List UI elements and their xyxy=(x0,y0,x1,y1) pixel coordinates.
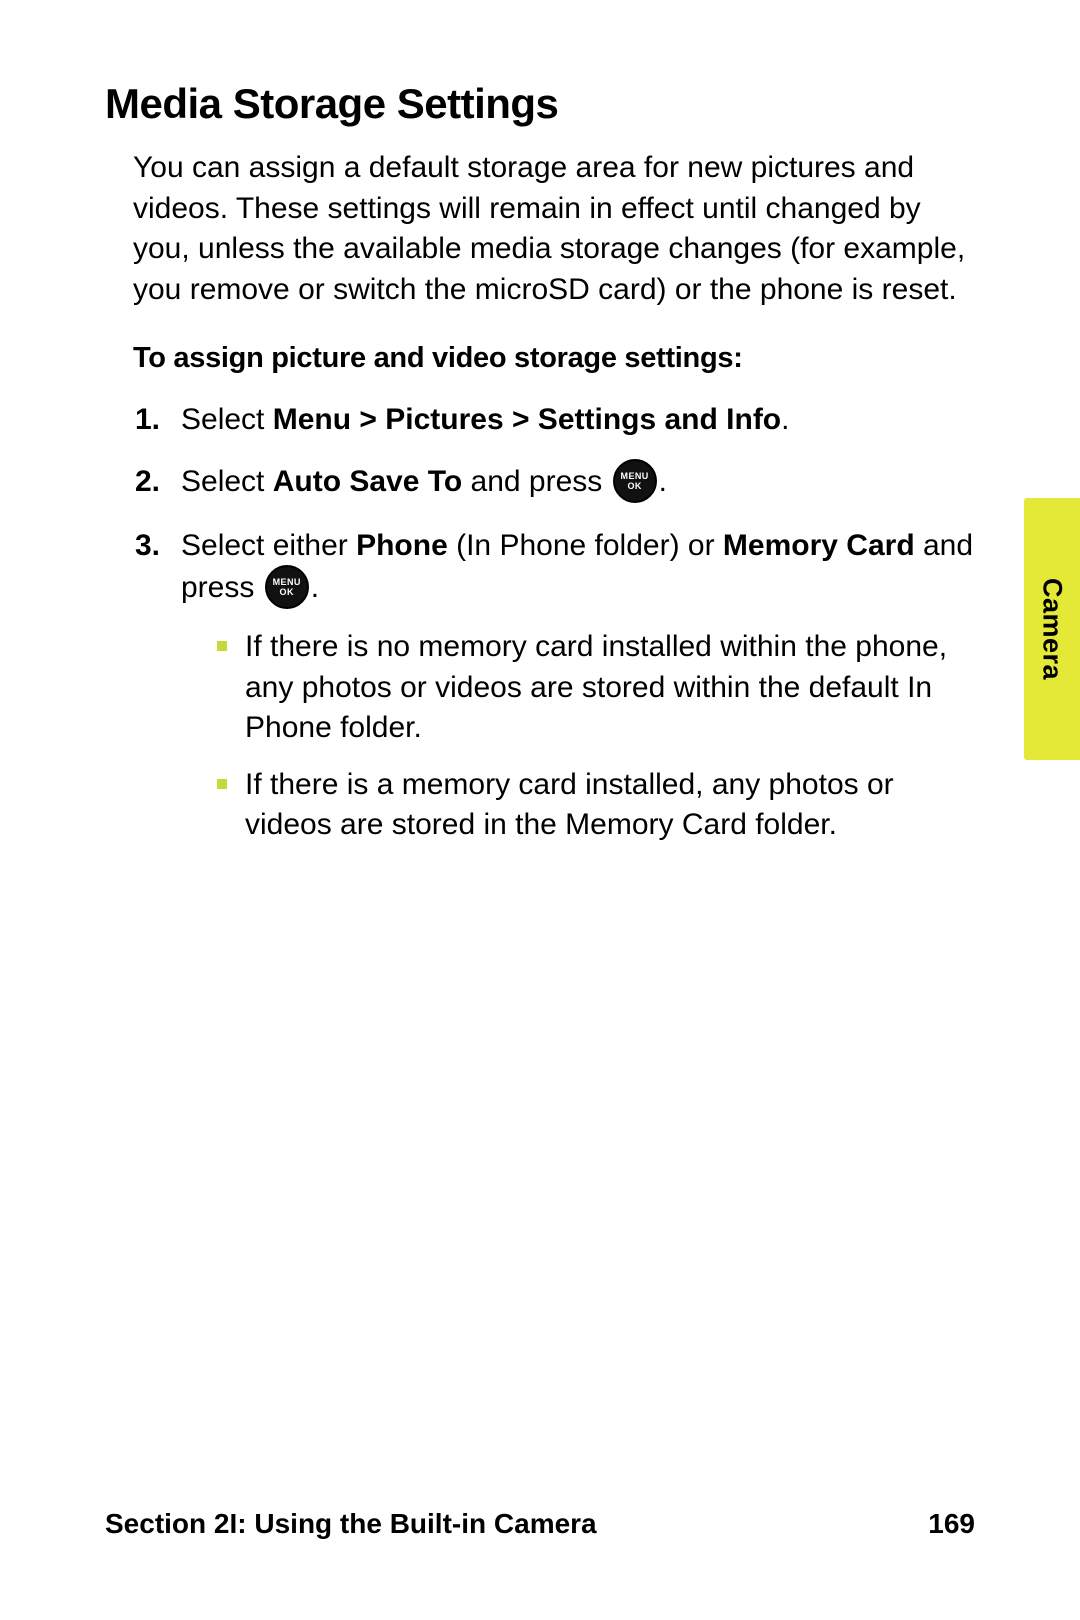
side-tab-label: Camera xyxy=(1037,578,1068,680)
step-bold: Phone xyxy=(356,529,448,562)
step-number: 2. xyxy=(135,461,160,503)
intro-paragraph: You can assign a default storage area fo… xyxy=(133,148,975,310)
step-text: . xyxy=(659,465,667,498)
menu-ok-key-icon: MENU OK xyxy=(613,459,657,503)
side-tab: Camera xyxy=(1024,498,1080,760)
key-top-label: MENU xyxy=(273,578,301,587)
sub-bullet: If there is no memory card installed wit… xyxy=(217,627,975,749)
step-number: 1. xyxy=(135,399,160,441)
step-text: and press xyxy=(462,465,610,498)
step-3: 3. Select either Phone (In Phone folder)… xyxy=(133,525,975,846)
step-text: Select xyxy=(181,403,273,436)
page-footer: Section 2I: Using the Built-in Camera 16… xyxy=(105,1508,975,1540)
footer-section: Section 2I: Using the Built-in Camera xyxy=(105,1508,597,1540)
key-top-label: MENU xyxy=(621,472,649,481)
step-bold: Memory Card xyxy=(723,529,915,562)
footer-page-number: 169 xyxy=(928,1508,975,1540)
key-bottom-label: OK xyxy=(627,482,641,491)
step-2: 2. Select Auto Save To and press MENU OK… xyxy=(133,461,975,505)
sub-bullet-list: If there is no memory card installed wit… xyxy=(217,627,975,846)
step-text: . xyxy=(311,571,319,604)
step-text: . xyxy=(781,403,789,436)
key-bottom-label: OK xyxy=(280,588,294,597)
step-text: Select xyxy=(181,465,273,498)
step-text: (In Phone folder) or xyxy=(448,529,723,562)
step-bold: Menu > Pictures > Settings and Info xyxy=(273,403,781,436)
step-text: Select either xyxy=(181,529,356,562)
step-bold: Auto Save To xyxy=(273,465,462,498)
steps-list: 1. Select Menu > Pictures > Settings and… xyxy=(133,399,975,846)
menu-ok-key-icon: MENU OK xyxy=(265,565,309,609)
step-number: 3. xyxy=(135,525,160,567)
subheading: To assign picture and video storage sett… xyxy=(133,342,975,375)
page-heading: Media Storage Settings xyxy=(105,80,975,128)
page: Media Storage Settings You can assign a … xyxy=(0,0,1080,1620)
step-1: 1. Select Menu > Pictures > Settings and… xyxy=(133,399,975,441)
sub-bullet: If there is a memory card installed, any… xyxy=(217,765,975,846)
content-area: Media Storage Settings You can assign a … xyxy=(105,80,975,866)
